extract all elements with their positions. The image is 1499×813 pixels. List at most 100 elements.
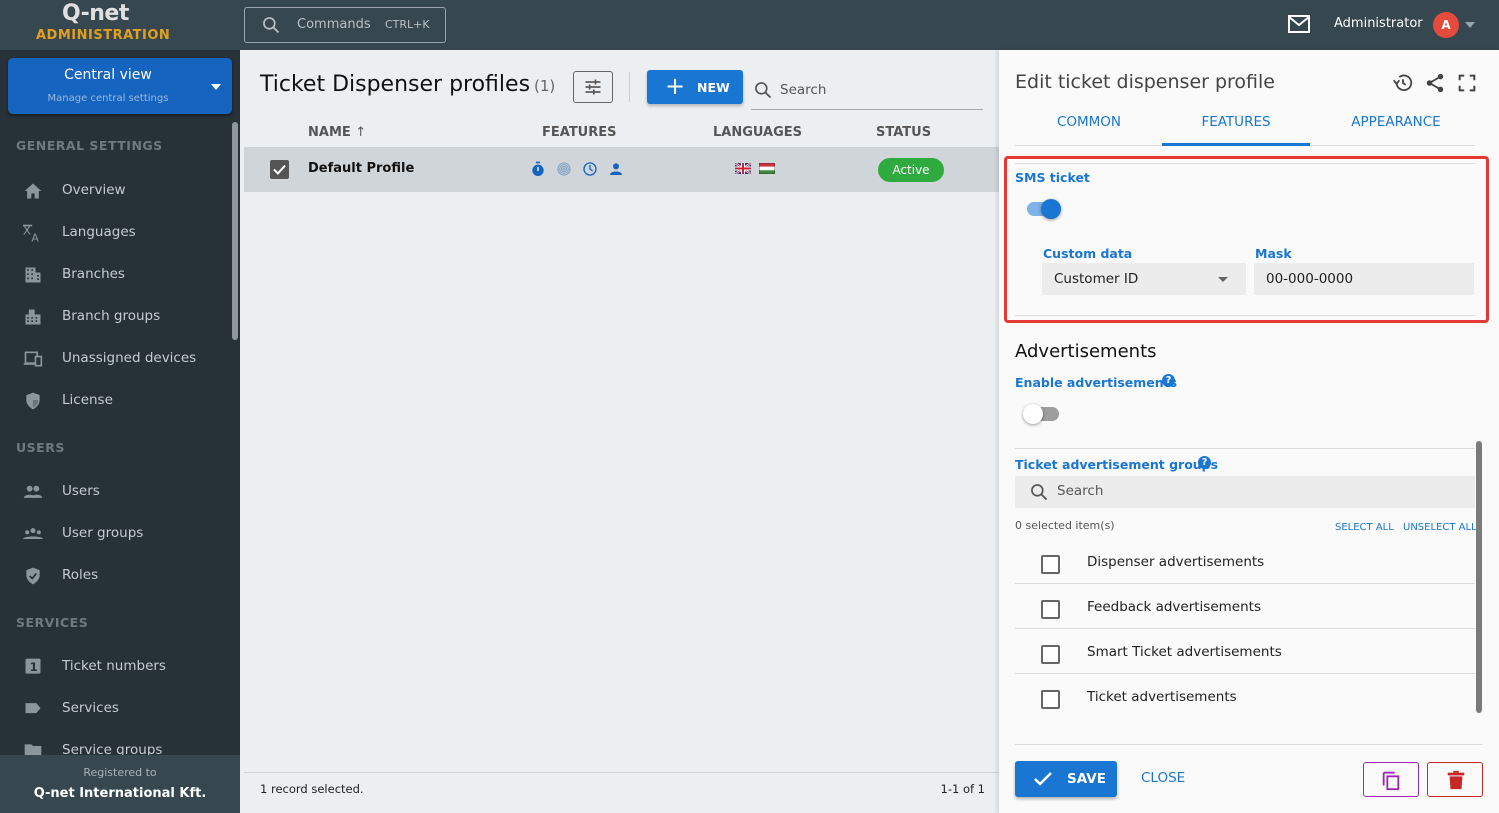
svg-text:A: A xyxy=(31,231,39,243)
building-icon xyxy=(25,267,41,283)
item-checkbox[interactable] xyxy=(1041,645,1060,664)
sidebar-item-label: Unassigned devices xyxy=(62,350,197,366)
commands-label: Commands xyxy=(297,17,371,32)
custom-data-value: Customer ID xyxy=(1054,271,1139,287)
sidebar-item-roles[interactable]: Roles xyxy=(0,558,230,594)
item-checkbox[interactable] xyxy=(1041,555,1060,574)
ticket-ad-groups-label: Ticket advertisement groups xyxy=(1015,457,1219,472)
sidebar-item-branches[interactable]: Branches xyxy=(0,257,230,293)
tab-common[interactable]: COMMON xyxy=(1015,114,1163,130)
item-checkbox[interactable] xyxy=(1041,600,1060,619)
item-checkbox[interactable] xyxy=(1041,690,1060,709)
sidebar-item-label: License xyxy=(62,392,113,408)
flag-en-gb-icon xyxy=(735,163,751,174)
home-icon xyxy=(24,183,42,199)
page-title-text: Ticket Dispenser profiles xyxy=(260,72,531,97)
search-input[interactable]: Search xyxy=(751,72,983,110)
sidebar-scrollbar[interactable] xyxy=(232,122,238,340)
column-header-features[interactable]: FEATURES xyxy=(542,125,617,140)
logo[interactable]: Q-net ADMINISTRATION xyxy=(0,0,208,50)
copy-icon xyxy=(1382,771,1400,791)
duplicate-button[interactable] xyxy=(1363,762,1419,797)
avatar[interactable]: A xyxy=(1433,12,1459,38)
new-button[interactable]: + NEW xyxy=(647,70,743,104)
mask-input[interactable]: 00-000-0000 xyxy=(1254,263,1474,295)
user-name[interactable]: Administrator xyxy=(1334,16,1423,31)
panel-scrollbar[interactable] xyxy=(1476,441,1482,713)
search-placeholder: Search xyxy=(780,82,827,98)
panel-tabs: COMMON FEATURES APPEARANCE xyxy=(1015,102,1475,146)
enable-advertisements-toggle[interactable] xyxy=(1023,404,1059,424)
search-icon xyxy=(755,82,772,99)
select-all-button[interactable]: SELECT ALL xyxy=(1335,522,1394,533)
buildings-icon xyxy=(25,309,41,325)
sidebar-item-label: Roles xyxy=(62,567,99,583)
context-selector[interactable]: Central view Manage central settings xyxy=(8,58,232,114)
check-icon xyxy=(273,164,286,175)
list-item[interactable]: Ticket advertisements xyxy=(1015,674,1475,719)
tab-appearance[interactable]: APPEARANCE xyxy=(1322,114,1470,130)
sidebar-item-unassigned-devices[interactable]: Unassigned devices xyxy=(0,341,230,377)
sidebar: Central view Manage central settings GEN… xyxy=(0,50,240,813)
sms-ticket-label: SMS ticket xyxy=(1015,170,1090,185)
plus-icon: + xyxy=(665,72,686,100)
history-icon[interactable] xyxy=(1392,72,1414,94)
item-label: Smart Ticket advertisements xyxy=(1087,644,1282,660)
chevron-down-icon[interactable] xyxy=(1465,22,1475,28)
sidebar-item-services[interactable]: Services xyxy=(0,691,230,727)
column-header-status[interactable]: STATUS xyxy=(876,125,931,140)
timer-icon xyxy=(532,161,544,176)
fullscreen-icon[interactable] xyxy=(1456,72,1478,94)
sidebar-item-label: Languages xyxy=(62,224,136,240)
filter-button[interactable] xyxy=(573,71,613,103)
sidebar-item-users[interactable]: Users xyxy=(0,474,230,510)
sidebar-item-overview[interactable]: Overview xyxy=(0,173,230,209)
divider xyxy=(1015,315,1475,316)
toggle-knob xyxy=(1023,404,1043,424)
edit-panel: Edit ticket dispenser profile COMMON FEA… xyxy=(999,50,1499,813)
table-row[interactable]: Default Profile Active xyxy=(244,147,999,192)
sidebar-item-languages[interactable]: XA Languages xyxy=(0,215,230,251)
save-button[interactable]: SAVE xyxy=(1015,761,1117,797)
toggle-knob xyxy=(1041,199,1061,219)
custom-data-select[interactable]: Customer ID xyxy=(1042,263,1246,295)
divider xyxy=(1015,163,1475,164)
column-header-name[interactable]: NAME ↑ xyxy=(308,125,366,140)
commands-shortcut: CTRL+K xyxy=(385,18,430,31)
help-icon[interactable]: ? xyxy=(1198,456,1211,469)
search-placeholder: Search xyxy=(1057,483,1104,499)
clock-icon xyxy=(583,162,597,176)
translate-icon: XA xyxy=(23,224,39,243)
enable-advertisements-label: Enable advertisements xyxy=(1015,375,1178,390)
sidebar-item-ticket-numbers[interactable]: 1 Ticket numbers xyxy=(0,649,230,685)
sidebar-item-license[interactable]: License xyxy=(0,383,230,419)
row-checkbox[interactable] xyxy=(270,160,289,179)
column-header-languages[interactable]: LANGUAGES xyxy=(713,125,802,140)
list-item[interactable]: Feedback advertisements xyxy=(1015,584,1475,629)
mail-icon[interactable] xyxy=(1287,14,1311,34)
unselect-all-button[interactable]: UNSELECT ALL xyxy=(1403,522,1477,533)
brand-name: Q-net xyxy=(62,1,129,26)
label-icon xyxy=(25,703,41,714)
close-button[interactable]: CLOSE xyxy=(1141,770,1185,786)
sidebar-item-label: Branch groups xyxy=(62,308,161,324)
share-icon[interactable] xyxy=(1424,72,1446,94)
section-general-settings: GENERAL SETTINGS xyxy=(16,138,163,153)
search-icon xyxy=(263,17,280,34)
sms-ticket-toggle[interactable] xyxy=(1027,199,1061,219)
sidebar-item-branch-groups[interactable]: Branch groups xyxy=(0,299,230,335)
footer-divider xyxy=(244,772,999,773)
search-icon xyxy=(1031,484,1048,501)
context-subtitle: Manage central settings xyxy=(47,93,169,104)
person-icon xyxy=(610,163,622,175)
item-label: Dispenser advertisements xyxy=(1087,554,1265,570)
list-item[interactable]: Smart Ticket advertisements xyxy=(1015,629,1475,674)
command-palette-button[interactable]: Commands CTRL+K xyxy=(244,7,446,43)
profile-name: Default Profile xyxy=(308,161,415,176)
delete-button[interactable] xyxy=(1427,762,1483,797)
sidebar-item-user-groups[interactable]: User groups xyxy=(0,516,230,552)
ad-groups-search-input[interactable]: Search xyxy=(1015,476,1475,508)
help-icon[interactable]: ? xyxy=(1162,374,1175,387)
list-item[interactable]: Dispenser advertisements xyxy=(1015,539,1475,584)
tab-features[interactable]: FEATURES xyxy=(1162,114,1310,146)
